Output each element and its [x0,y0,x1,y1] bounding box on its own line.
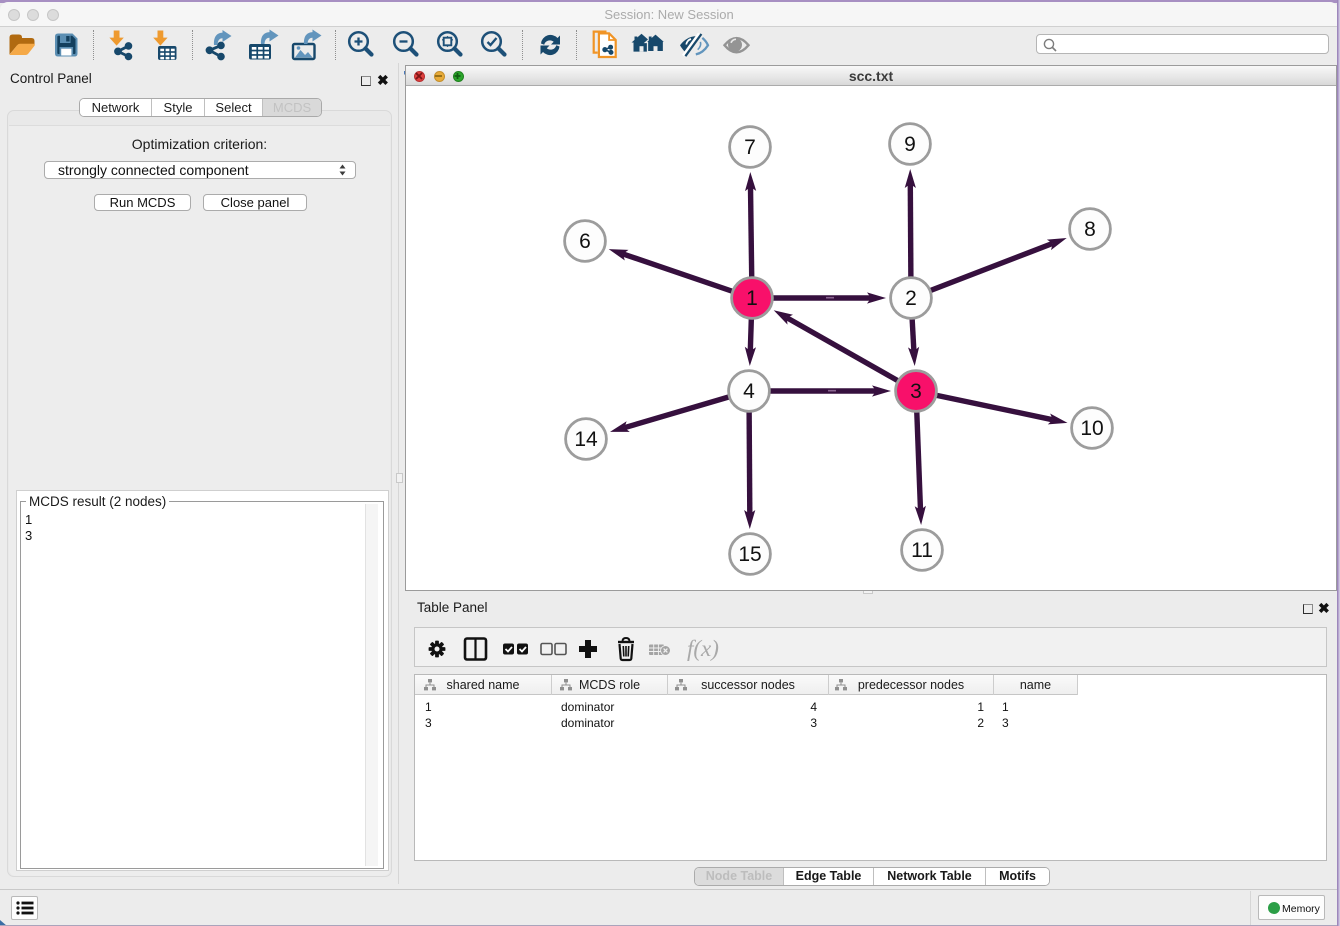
svg-text:14: 14 [574,428,598,451]
svg-text:6: 6 [579,230,591,253]
svg-text:8: 8 [1084,218,1096,241]
svg-text:7: 7 [744,136,756,159]
svg-text:2: 2 [905,287,917,310]
svg-text:10: 10 [1080,417,1103,440]
svg-text:9: 9 [904,133,916,156]
svg-text:4: 4 [743,380,755,403]
svg-text:15: 15 [738,543,761,566]
svg-text:11: 11 [911,539,933,562]
svg-text:1: 1 [746,287,758,310]
svg-text:3: 3 [910,380,922,403]
svg-text:f(x): f(x) [687,636,719,661]
